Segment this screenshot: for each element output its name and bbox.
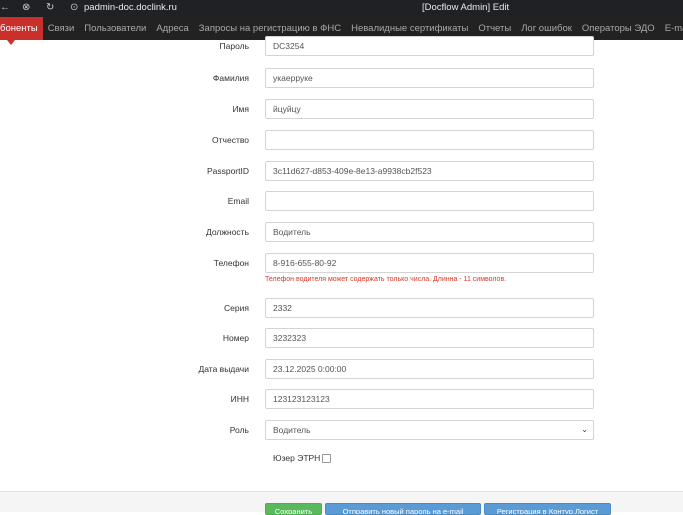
row-firstname: Имя йцуйцу (0, 99, 683, 119)
issue-date-label: Дата выдачи (198, 364, 250, 374)
firstname-input[interactable]: йцуйцу (265, 99, 594, 119)
lastname-label: Фамилия (212, 73, 249, 83)
passport-id-input[interactable]: 3c11d627-d853-409e-8e13-a9938cb2f523 (265, 161, 594, 181)
role-label: Роль (229, 425, 249, 435)
password-label: Пароль (219, 41, 250, 51)
etrn-user-checkbox[interactable] (322, 454, 331, 463)
send-password-button[interactable]: Отправить новый пароль на e-mail (325, 503, 481, 515)
phone-input[interactable]: 8-916-655-80-92 (265, 253, 594, 273)
row-email: Email (0, 191, 683, 211)
row-series: Серия 2332 (0, 298, 683, 318)
email-input[interactable] (265, 191, 594, 211)
row-number: Номер 3232323 (0, 328, 683, 348)
middlename-input[interactable] (265, 130, 594, 150)
position-input[interactable]: Водитель (265, 222, 594, 242)
password-input[interactable]: DC3254 (265, 36, 594, 56)
series-input[interactable]: 2332 (265, 298, 594, 318)
firstname-label: Имя (232, 104, 249, 114)
row-issue-date: Дата выдачи 23.12.2025 0:00:00 (0, 359, 683, 379)
row-password: Пароль DC3254 (0, 36, 683, 56)
row-role: Роль Водитель ⌄ (0, 420, 683, 440)
row-passport-id: PassportID 3c11d627-d853-409e-8e13-a9938… (0, 161, 683, 181)
back-icon[interactable]: ← (0, 0, 10, 17)
inn-label: ИНН (230, 394, 249, 404)
browser-bar: ← ⊗ ↻ ⊙ padmin-doc.doclink.ru [Docflow A… (0, 0, 683, 17)
reload-icon[interactable]: ↻ (46, 0, 54, 17)
middlename-label: Отчество (212, 135, 249, 145)
address-bar[interactable]: padmin-doc.doclink.ru (84, 0, 177, 15)
row-middlename: Отчество (0, 130, 683, 150)
lastname-input[interactable]: укаерруке (265, 68, 594, 88)
row-inn: ИНН 123123123123 (0, 389, 683, 409)
chevron-down-icon: ⌄ (581, 425, 588, 434)
issue-date-input[interactable]: 23.12.2025 0:00:00 (265, 359, 594, 379)
passport-id-label: PassportID (206, 166, 249, 176)
save-button[interactable]: Сохранить (265, 503, 322, 515)
row-lastname: Фамилия укаерруке (0, 68, 683, 88)
phone-label: Телефон (213, 258, 249, 268)
row-phone: Телефон 8-916-655-80-92 (0, 253, 683, 273)
register-button[interactable]: Регистрация в Контур.Логист (484, 503, 611, 515)
window-title: [Docflow Admin] Edit (422, 2, 510, 13)
position-label: Должность (205, 227, 249, 237)
etrn-user-label: Юзер ЭТРН (273, 453, 321, 463)
site-info-icon[interactable]: ⊙ (70, 0, 78, 17)
role-select-value: Водитель (273, 425, 311, 435)
inn-input[interactable]: 123123123123 (265, 389, 594, 409)
email-label: Email (227, 196, 249, 206)
number-label: Номер (222, 333, 249, 343)
number-input[interactable]: 3232323 (265, 328, 594, 348)
row-position: Должность Водитель (0, 222, 683, 242)
role-select[interactable]: Водитель ⌄ (265, 420, 594, 440)
forward-icon[interactable]: ⊗ (22, 0, 30, 17)
series-label: Серия (224, 303, 249, 313)
phone-error-message: Телефон водителя может содержать только … (265, 276, 507, 283)
